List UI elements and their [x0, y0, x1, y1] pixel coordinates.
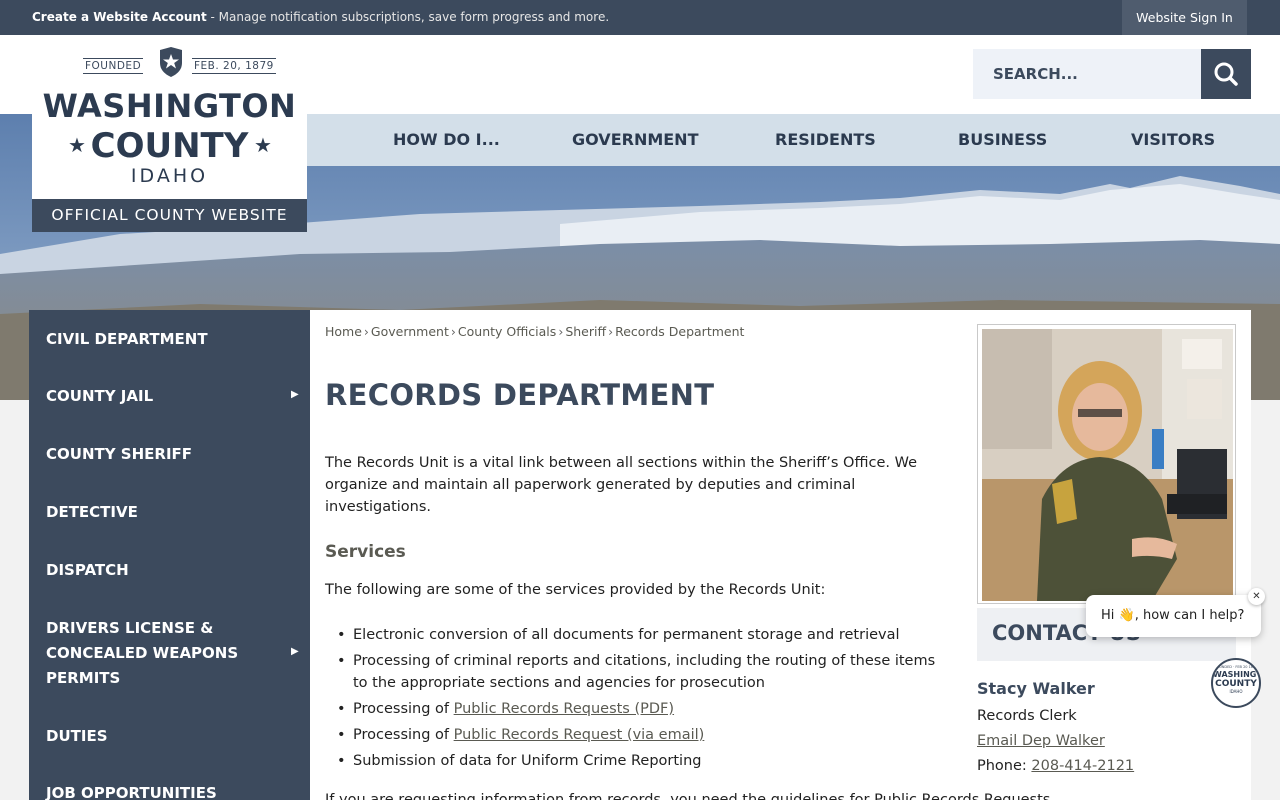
contact-name: Stacy Walker	[977, 679, 1095, 698]
breadcrumb-separator: ›	[450, 324, 456, 339]
star-icon: ★	[254, 133, 272, 157]
sidebar-item-duties[interactable]: DUTIES	[29, 724, 310, 764]
chat-bubble[interactable]: Hi 👋, how can I help?	[1086, 595, 1261, 637]
logo-washington: WASHINGTON	[42, 87, 297, 125]
intro-paragraph: The Records Unit is a vital link between…	[325, 455, 917, 515]
search-button[interactable]	[1201, 49, 1251, 99]
sidebar-item-label: CIVIL DEPARTMENT	[46, 330, 208, 348]
staff-photo	[982, 329, 1233, 601]
nav-government[interactable]: GOVERNMENT	[572, 114, 698, 166]
sidebar-item-label: COUNTY JAIL	[46, 387, 154, 405]
list-item: Electronic conversion of all documents f…	[337, 624, 953, 646]
sidebar-item-county-jail[interactable]: COUNTY JAIL ▶	[29, 384, 310, 424]
list-item: Processing of Public Records Request (vi…	[337, 724, 953, 746]
nav-residents[interactable]: RESIDENTS	[775, 114, 876, 166]
sidebar-item-drivers-license[interactable]: DRIVERS LICENSE & CONCEALED WEAPONS PERM…	[29, 616, 310, 696]
sidebar-item-label: DRIVERS LICENSE &	[46, 619, 214, 637]
sidebar-item-job-opportunities[interactable]: JOB OPPORTUNITIES	[29, 781, 310, 800]
sidebar-item-label: COUNTY SHERIFF	[46, 445, 193, 463]
services-heading: Services	[325, 542, 406, 562]
logo-founded-date: FEB. 20, 1879	[192, 58, 276, 74]
phone-link[interactable]: 208-414-2121	[1031, 758, 1134, 774]
search-box	[973, 49, 1201, 99]
breadcrumb-separator: ›	[558, 324, 564, 339]
sidebar-item-civil-department[interactable]: CIVIL DEPARTMENT	[29, 327, 310, 367]
breadcrumb-separator: ›	[608, 324, 614, 339]
create-account-link[interactable]: Create a Website Account - Manage notifi…	[32, 10, 609, 24]
list-item: Submission of data for Uniform Crime Rep…	[337, 750, 953, 772]
chat-launcher-button[interactable]: FOUNDED · FEB 20 1879 WASHINGTON COUNTY …	[1211, 658, 1261, 708]
sidebar-item-label: DETECTIVE	[46, 503, 138, 521]
logo-tagline: OFFICIAL COUNTY WEBSITE	[32, 199, 307, 232]
page-title: RECORDS DEPARTMENT	[325, 378, 715, 412]
create-account-label[interactable]: Create a Website Account	[32, 10, 207, 24]
nav-business[interactable]: BUSINESS	[958, 114, 1047, 166]
public-records-pdf-link[interactable]: Public Records Requests (PDF)	[454, 701, 674, 717]
sidebar-item-dispatch[interactable]: DISPATCH	[29, 558, 310, 598]
contact-phone: Phone: 208-414-2121	[977, 758, 1134, 774]
sidebar-item-label: CONCEALED WEAPONS	[46, 644, 239, 662]
services-list: Electronic conversion of all documents f…	[337, 624, 953, 776]
logo-founded: FOUNDED	[83, 58, 144, 74]
list-item-prefix: Processing of	[353, 701, 454, 717]
sidebar-item-label: JOB OPPORTUNITIES	[46, 784, 217, 800]
sidebar-nav: CIVIL DEPARTMENT COUNTY JAIL ▶ COUNTY SH…	[29, 310, 310, 800]
breadcrumb-government[interactable]: Government	[371, 324, 449, 339]
chat-avatar-county: COUNTY	[1215, 679, 1257, 689]
public-records-email-link[interactable]: Public Records Request (via email)	[454, 727, 705, 743]
sidebar-item-county-sheriff[interactable]: COUNTY SHERIFF	[29, 442, 310, 482]
list-item-prefix: Processing of	[353, 727, 454, 743]
services-intro: The following are some of the services p…	[325, 582, 826, 598]
truncated-paragraph: If you are requesting information from r…	[325, 792, 1051, 800]
top-bar: Create a Website Account - Manage notifi…	[0, 0, 1280, 35]
list-item: Processing of criminal reports and citat…	[337, 650, 953, 694]
chat-close-icon[interactable]: ✕	[1248, 588, 1265, 605]
contact-email-link[interactable]: Email Dep Walker	[977, 733, 1105, 749]
county-logo[interactable]: FOUNDED FEB. 20, 1879 WASHINGTON ★ COUNT…	[32, 35, 307, 232]
shield-star-icon	[160, 47, 182, 77]
breadcrumb-county-officials[interactable]: County Officials	[458, 324, 556, 339]
search-input[interactable]	[973, 49, 1201, 99]
list-item: Processing of Public Records Requests (P…	[337, 698, 953, 720]
submenu-arrow-icon[interactable]: ▶	[291, 646, 299, 657]
nav-visitors[interactable]: VISITORS	[1131, 114, 1215, 166]
nav-how-do-i[interactable]: HOW DO I...	[393, 114, 500, 166]
breadcrumb-separator: ›	[363, 324, 369, 339]
breadcrumb-sheriff[interactable]: Sheriff	[565, 324, 606, 339]
phone-label: Phone:	[977, 758, 1032, 774]
create-account-desc: - Manage notification subscriptions, sav…	[206, 10, 610, 24]
sidebar-item-detective[interactable]: DETECTIVE	[29, 500, 310, 540]
sidebar-item-label: DUTIES	[46, 727, 108, 745]
sidebar-item-label: DISPATCH	[46, 561, 129, 579]
main-nav: HOW DO I... GOVERNMENT RESIDENTS BUSINES…	[307, 114, 1280, 166]
staff-photo-frame	[977, 324, 1236, 604]
chat-avatar-idaho: IDAHO	[1229, 689, 1243, 694]
submenu-arrow-icon[interactable]: ▶	[291, 389, 299, 400]
sidebar-item-label: PERMITS	[46, 669, 121, 687]
logo-idaho: IDAHO	[130, 165, 209, 187]
chat-avatar-founded: FOUNDED · FEB 20 1879	[1214, 665, 1258, 669]
contact-role: Records Clerk	[977, 708, 1077, 724]
breadcrumb-current[interactable]: Records Department	[615, 324, 744, 339]
chat-message: Hi 👋, how can I help?	[1101, 608, 1245, 623]
breadcrumb-home[interactable]: Home	[325, 324, 362, 339]
sign-in-button[interactable]: Website Sign In	[1122, 0, 1247, 35]
breadcrumb: Home › Government › County Officials › Sheriff…	[325, 324, 744, 339]
chat-avatar-washington: WASHINGTON	[1213, 670, 1259, 679]
search-icon	[1214, 62, 1238, 86]
